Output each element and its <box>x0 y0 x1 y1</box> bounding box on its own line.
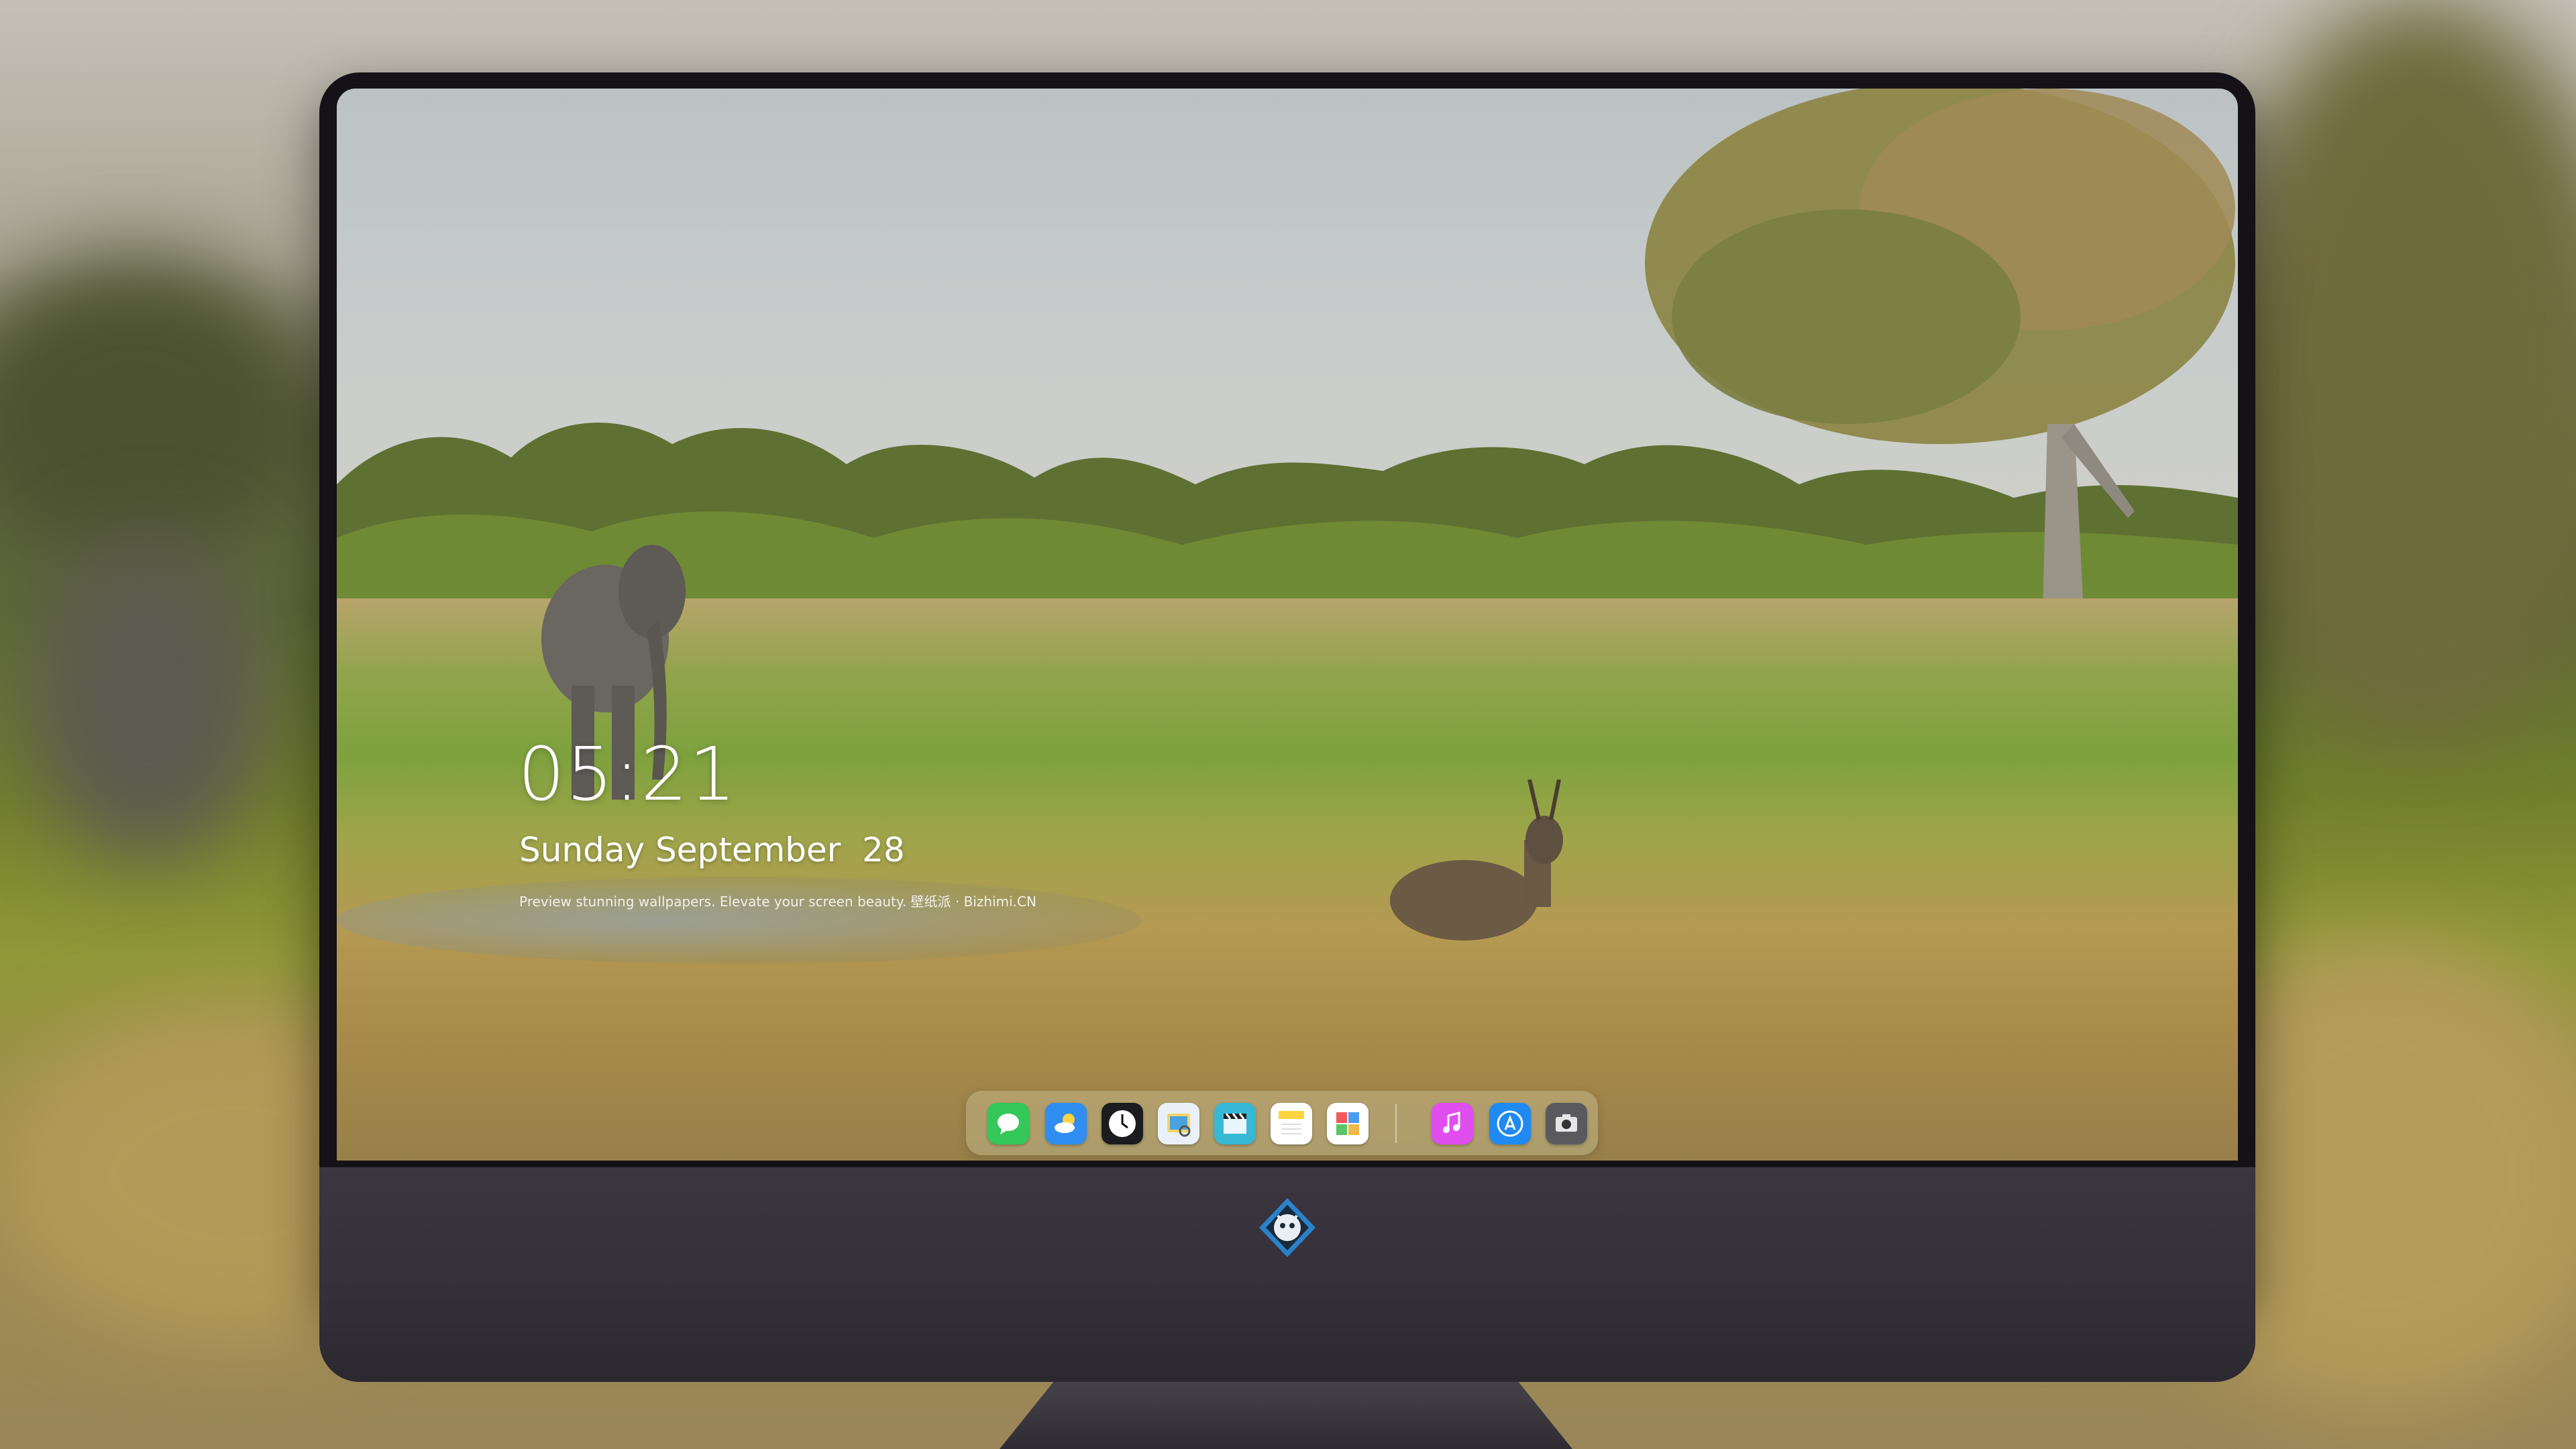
clock-time: 05:21 <box>518 731 738 817</box>
blurred-elephant <box>27 537 268 859</box>
dock-separator <box>1395 1104 1397 1143</box>
wallpaper-waterbuck <box>1390 780 1563 941</box>
blurred-tree <box>0 255 322 577</box>
photo-booth-icon[interactable] <box>1327 1103 1368 1144</box>
clock-date: Sunday September 28 <box>519 830 905 869</box>
clock-icon[interactable] <box>1102 1103 1143 1144</box>
dock <box>966 1091 1598 1155</box>
music-icon[interactable] <box>1432 1103 1473 1144</box>
scene: 05:21 Sunday September 28 Preview stunni… <box>0 0 2576 1449</box>
app-store-icon[interactable] <box>1489 1103 1531 1144</box>
blurred-right-tree <box>2214 0 2576 738</box>
wallpaper-water <box>337 877 1142 964</box>
brand-logo-icon <box>1259 1198 1316 1257</box>
weather-icon[interactable] <box>1045 1103 1087 1144</box>
camera-icon[interactable] <box>1546 1103 1587 1144</box>
clapperboard-icon[interactable] <box>1214 1103 1256 1144</box>
notes-icon[interactable] <box>1271 1103 1312 1144</box>
messages-icon[interactable] <box>987 1103 1029 1144</box>
preview-icon[interactable] <box>1158 1103 1199 1144</box>
wallpaper-caption: Preview stunning wallpapers. Elevate you… <box>519 894 1036 910</box>
screen: 05:21 Sunday September 28 Preview stunni… <box>337 89 2238 1161</box>
monitor: 05:21 Sunday September 28 Preview stunni… <box>319 72 2255 1382</box>
